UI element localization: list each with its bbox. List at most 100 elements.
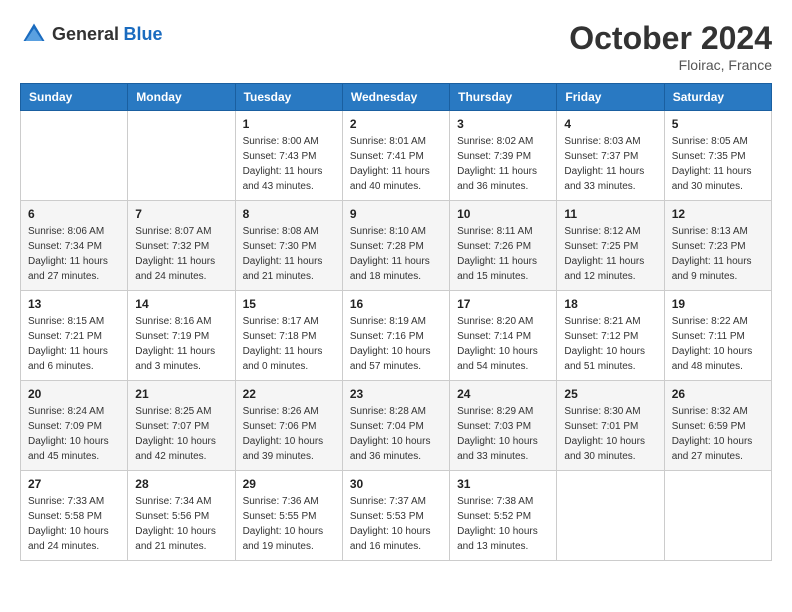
day-info: Sunrise: 7:36 AM Sunset: 5:55 PM Dayligh… [243, 494, 335, 554]
logo-icon [20, 20, 48, 48]
calendar-cell: 3Sunrise: 8:02 AM Sunset: 7:39 PM Daylig… [450, 111, 557, 201]
calendar-cell: 29 Sunrise: 7:36 AM Sunset: 5:55 PM Dayli… [235, 471, 342, 561]
day-info: Sunrise: 8:02 AM Sunset: 7:39 PM Dayligh… [457, 134, 549, 194]
day-info: Sunrise: 8:16 AM Sunset: 7:19 PM Dayligh… [135, 314, 227, 374]
day-info: Sunrise: 8:11 AM Sunset: 7:26 PM Dayligh… [457, 224, 549, 284]
calendar-cell: 15 Sunrise: 8:17 AM Sunset: 7:18 PM Dayli… [235, 291, 342, 381]
calendar-cell: 20Sunrise: 8:24 AM Sunset: 7:09 PM Dayli… [21, 381, 128, 471]
calendar-cell: 18Sunrise: 8:21 AM Sunset: 7:12 PM Dayli… [557, 291, 664, 381]
weekday-header: Monday [128, 84, 235, 111]
title-block: October 2024 Floirac, France [569, 20, 772, 73]
day-number: 2 [350, 117, 442, 131]
calendar-cell: 5 Sunrise: 8:05 AM Sunset: 7:35 PM Daylig… [664, 111, 771, 201]
day-info: Sunrise: 8:12 AM Sunset: 7:25 PM Dayligh… [564, 224, 656, 284]
calendar-cell: 6Sunrise: 8:06 AM Sunset: 7:34 PM Daylig… [21, 201, 128, 291]
day-info: Sunrise: 7:34 AM Sunset: 5:56 PM Dayligh… [135, 494, 227, 554]
calendar-cell: 30Sunrise: 7:37 AM Sunset: 5:53 PM Dayli… [342, 471, 449, 561]
calendar-cell [128, 111, 235, 201]
day-number: 16 [350, 297, 442, 311]
day-info: Sunrise: 8:22 AM Sunset: 7:11 PM Dayligh… [672, 314, 764, 374]
day-number: 13 [28, 297, 120, 311]
weekday-header: Wednesday [342, 84, 449, 111]
day-number: 11 [564, 207, 656, 221]
day-number: 27 [28, 477, 120, 491]
page-header: General Blue October 2024 Floirac, Franc… [20, 20, 772, 73]
day-number: 5 [672, 117, 764, 131]
day-number: 31 [457, 477, 549, 491]
weekday-header: Saturday [664, 84, 771, 111]
day-number: 17 [457, 297, 549, 311]
calendar-cell: 25 Sunrise: 8:30 AM Sunset: 7:01 PM Dayli… [557, 381, 664, 471]
calendar-cell: 17 Sunrise: 8:20 AM Sunset: 7:14 PM Dayli… [450, 291, 557, 381]
day-info: Sunrise: 7:38 AM Sunset: 5:52 PM Dayligh… [457, 494, 549, 554]
day-info: Sunrise: 8:01 AM Sunset: 7:41 PM Dayligh… [350, 134, 442, 194]
day-number: 21 [135, 387, 227, 401]
day-info: Sunrise: 8:05 AM Sunset: 7:35 PM Dayligh… [672, 134, 764, 194]
day-info: Sunrise: 8:15 AM Sunset: 7:21 PM Dayligh… [28, 314, 120, 374]
calendar-cell [557, 471, 664, 561]
day-number: 26 [672, 387, 764, 401]
day-number: 10 [457, 207, 549, 221]
day-info: Sunrise: 8:03 AM Sunset: 7:37 PM Dayligh… [564, 134, 656, 194]
calendar-header-row: SundayMondayTuesdayWednesdayThursdayFrid… [21, 84, 772, 111]
calendar-cell: 23Sunrise: 8:28 AM Sunset: 7:04 PM Dayli… [342, 381, 449, 471]
day-info: Sunrise: 8:26 AM Sunset: 7:06 PM Dayligh… [243, 404, 335, 464]
day-info: Sunrise: 8:08 AM Sunset: 7:30 PM Dayligh… [243, 224, 335, 284]
day-info: Sunrise: 8:25 AM Sunset: 7:07 PM Dayligh… [135, 404, 227, 464]
day-number: 25 [564, 387, 656, 401]
calendar-cell [664, 471, 771, 561]
calendar-cell: 4Sunrise: 8:03 AM Sunset: 7:37 PM Daylig… [557, 111, 664, 201]
calendar-cell: 1 Sunrise: 8:00 AM Sunset: 7:43 PM Daylig… [235, 111, 342, 201]
day-info: Sunrise: 8:20 AM Sunset: 7:14 PM Dayligh… [457, 314, 549, 374]
calendar-cell: 22 Sunrise: 8:26 AM Sunset: 7:06 PM Dayli… [235, 381, 342, 471]
day-number: 12 [672, 207, 764, 221]
day-info: Sunrise: 8:13 AM Sunset: 7:23 PM Dayligh… [672, 224, 764, 284]
month-title: October 2024 [569, 20, 772, 57]
weekday-header: Thursday [450, 84, 557, 111]
day-number: 1 [243, 117, 335, 131]
calendar-week-row: 1 Sunrise: 8:00 AM Sunset: 7:43 PM Daylig… [21, 111, 772, 201]
day-info: Sunrise: 8:19 AM Sunset: 7:16 PM Dayligh… [350, 314, 442, 374]
calendar-cell: 9 Sunrise: 8:10 AM Sunset: 7:28 PM Daylig… [342, 201, 449, 291]
weekday-header: Sunday [21, 84, 128, 111]
day-number: 19 [672, 297, 764, 311]
day-number: 15 [243, 297, 335, 311]
calendar-cell: 13 Sunrise: 8:15 AM Sunset: 7:21 PM Dayli… [21, 291, 128, 381]
calendar-cell: 24 Sunrise: 8:29 AM Sunset: 7:03 PM Dayli… [450, 381, 557, 471]
calendar-cell: 19 Sunrise: 8:22 AM Sunset: 7:11 PM Dayli… [664, 291, 771, 381]
calendar-cell: 16 Sunrise: 8:19 AM Sunset: 7:16 PM Dayli… [342, 291, 449, 381]
day-number: 24 [457, 387, 549, 401]
day-info: Sunrise: 8:00 AM Sunset: 7:43 PM Dayligh… [243, 134, 335, 194]
calendar-cell: 7 Sunrise: 8:07 AM Sunset: 7:32 PM Daylig… [128, 201, 235, 291]
day-info: Sunrise: 8:24 AM Sunset: 7:09 PM Dayligh… [28, 404, 120, 464]
calendar-cell: 12 Sunrise: 8:13 AM Sunset: 7:23 PM Dayli… [664, 201, 771, 291]
day-info: Sunrise: 8:30 AM Sunset: 7:01 PM Dayligh… [564, 404, 656, 464]
calendar-cell: 11 Sunrise: 8:12 AM Sunset: 7:25 PM Dayli… [557, 201, 664, 291]
day-number: 9 [350, 207, 442, 221]
calendar-week-row: 13 Sunrise: 8:15 AM Sunset: 7:21 PM Dayli… [21, 291, 772, 381]
day-info: Sunrise: 8:29 AM Sunset: 7:03 PM Dayligh… [457, 404, 549, 464]
day-info: Sunrise: 8:10 AM Sunset: 7:28 PM Dayligh… [350, 224, 442, 284]
day-info: Sunrise: 8:17 AM Sunset: 7:18 PM Dayligh… [243, 314, 335, 374]
logo-general: General [52, 24, 119, 44]
calendar-cell: 14Sunrise: 8:16 AM Sunset: 7:19 PM Dayli… [128, 291, 235, 381]
day-info: Sunrise: 8:28 AM Sunset: 7:04 PM Dayligh… [350, 404, 442, 464]
day-number: 29 [243, 477, 335, 491]
calendar-week-row: 6Sunrise: 8:06 AM Sunset: 7:34 PM Daylig… [21, 201, 772, 291]
calendar-cell: 21 Sunrise: 8:25 AM Sunset: 7:07 PM Dayli… [128, 381, 235, 471]
day-info: Sunrise: 8:07 AM Sunset: 7:32 PM Dayligh… [135, 224, 227, 284]
calendar-cell: 31 Sunrise: 7:38 AM Sunset: 5:52 PM Dayli… [450, 471, 557, 561]
weekday-header: Tuesday [235, 84, 342, 111]
day-number: 7 [135, 207, 227, 221]
day-info: Sunrise: 8:21 AM Sunset: 7:12 PM Dayligh… [564, 314, 656, 374]
day-number: 22 [243, 387, 335, 401]
day-info: Sunrise: 8:06 AM Sunset: 7:34 PM Dayligh… [28, 224, 120, 284]
calendar-week-row: 20Sunrise: 8:24 AM Sunset: 7:09 PM Dayli… [21, 381, 772, 471]
calendar-cell: 26Sunrise: 8:32 AM Sunset: 6:59 PM Dayli… [664, 381, 771, 471]
day-number: 28 [135, 477, 227, 491]
day-info: Sunrise: 7:33 AM Sunset: 5:58 PM Dayligh… [28, 494, 120, 554]
calendar-cell: 8Sunrise: 8:08 AM Sunset: 7:30 PM Daylig… [235, 201, 342, 291]
calendar-cell: 2 Sunrise: 8:01 AM Sunset: 7:41 PM Daylig… [342, 111, 449, 201]
day-number: 30 [350, 477, 442, 491]
logo-blue: Blue [124, 24, 163, 44]
